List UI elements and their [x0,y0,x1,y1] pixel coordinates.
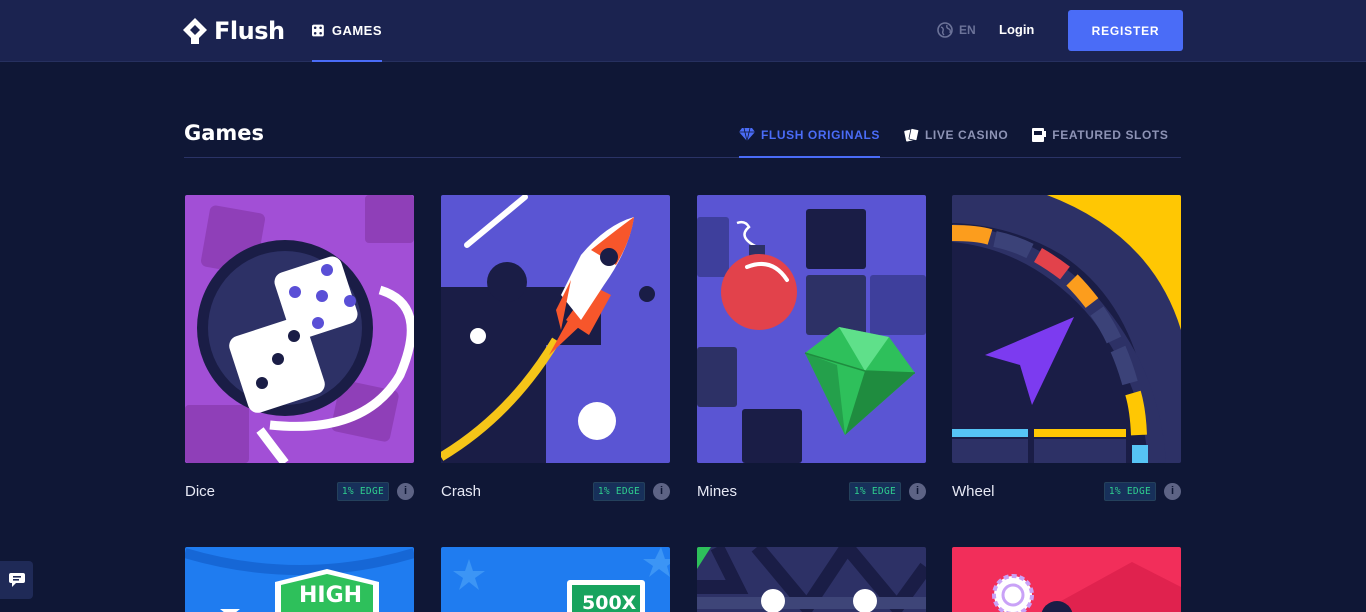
login-link[interactable]: Login [999,22,1034,37]
top-header: Flush GAMES EN Login REGISTER [0,0,1366,62]
slot-machine-icon [1032,128,1047,142]
game-name[interactable]: Crash [441,483,593,500]
game-thumbnail-plinko[interactable] [697,547,926,612]
game-card-mines[interactable]: Mines 1% EDGE i [697,195,926,502]
nav-games[interactable]: GAMES [312,0,382,62]
nav-games-label: GAMES [331,22,382,38]
game-card-dice[interactable]: Dice 1% EDGE i [185,195,414,502]
info-icon[interactable]: i [909,482,926,500]
logo-text: Flush [214,17,285,45]
multiplier-label: 500X [582,592,637,612]
game-thumbnail-crash[interactable] [441,195,670,463]
game-name[interactable]: Wheel [952,483,1104,500]
game-meta: Wheel 1% EDGE i [952,480,1181,502]
tab-label: LIVE CASINO [925,128,1009,142]
game-thumbnail-mines[interactable] [697,195,926,463]
game-card-crash[interactable]: Crash 1% EDGE i [441,195,670,502]
category-tabs: FLUSH ORIGINALS LIVE CASINO FEATURED SLO… [739,120,1168,158]
register-button[interactable]: REGISTER [1068,10,1183,51]
language-selector[interactable]: EN [937,22,976,38]
page-title: Games [184,121,265,145]
edge-badge: 1% EDGE [848,481,901,501]
chat-bubble-icon [8,573,25,587]
chat-button[interactable] [0,561,33,599]
game-thumbnail-limbo[interactable]: 500X [441,547,670,612]
game-meta: Crash 1% EDGE i [441,480,670,502]
game-name[interactable]: Dice [185,483,337,500]
info-icon[interactable]: i [397,482,414,500]
dice-icon [312,24,324,36]
game-thumbnail-dice[interactable] [185,195,414,463]
game-thumbnail-hilo[interactable]: HIGH [185,547,414,612]
game-meta: Dice 1% EDGE i [185,480,414,502]
tab-label: FLUSH ORIGINALS [761,128,880,142]
globe-icon [937,22,953,38]
game-meta: Mines 1% EDGE i [697,480,926,502]
spade-logo-icon [183,18,207,44]
logo[interactable]: Flush [182,16,285,46]
info-icon[interactable]: i [653,482,670,500]
game-card-wheel[interactable]: Wheel 1% EDGE i [952,195,1181,502]
game-thumbnail-roulette[interactable] [952,547,1181,612]
cards-icon [904,128,919,142]
edge-badge: 1% EDGE [1103,481,1156,501]
high-label: HIGH [299,583,363,608]
diamond-icon [739,128,755,141]
game-thumbnail-wheel[interactable] [952,195,1181,463]
edge-badge: 1% EDGE [592,481,645,501]
game-name[interactable]: Mines [697,483,849,500]
tab-flush-originals[interactable]: FLUSH ORIGINALS [739,120,880,158]
tab-live-casino[interactable]: LIVE CASINO [904,120,1008,158]
tab-featured-slots[interactable]: FEATURED SLOTS [1032,120,1168,158]
edge-badge: 1% EDGE [336,481,389,501]
language-label: EN [959,23,976,37]
info-icon[interactable]: i [1164,482,1181,500]
tab-label: FEATURED SLOTS [1052,128,1169,142]
